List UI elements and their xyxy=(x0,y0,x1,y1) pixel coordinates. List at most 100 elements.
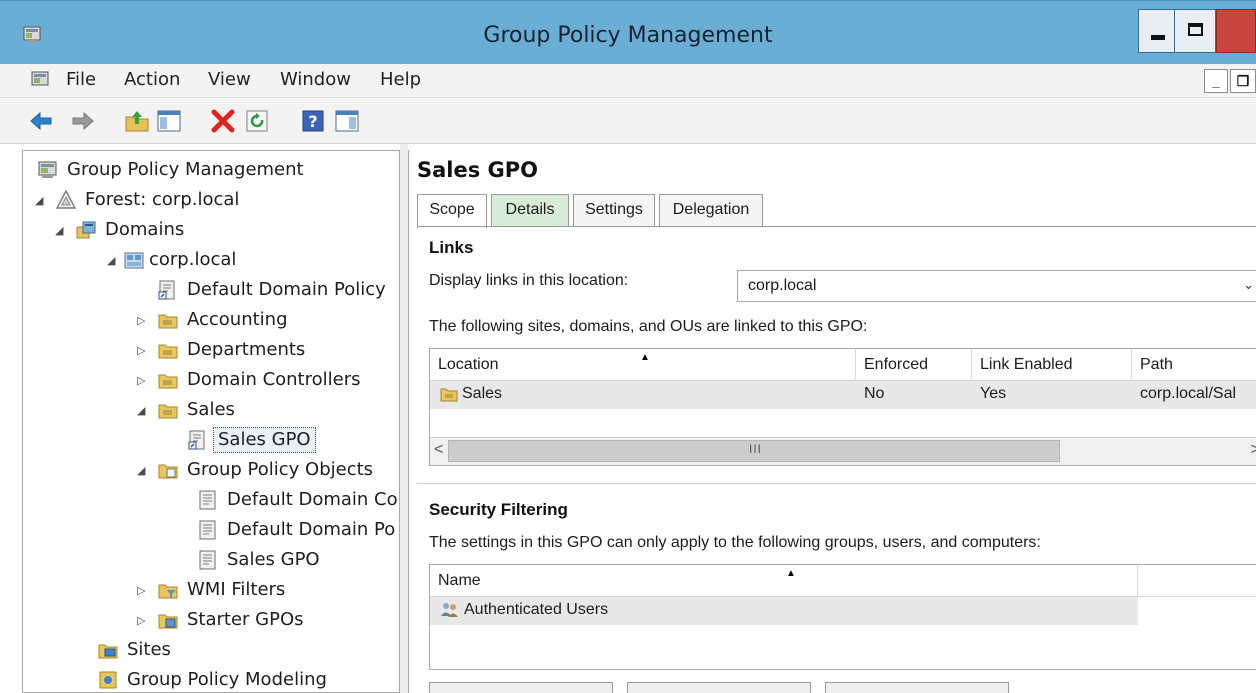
column-header-enforced[interactable]: Enforced xyxy=(856,349,972,381)
add-button[interactable] xyxy=(429,682,613,693)
cell-name: Authenticated Users xyxy=(464,601,609,618)
up-folder-icon[interactable] xyxy=(124,108,150,134)
expand-icon[interactable]: ▷ xyxy=(137,314,149,327)
column-header-link-enabled[interactable]: Link Enabled xyxy=(972,349,1132,381)
menu-window[interactable]: Window xyxy=(280,69,351,90)
tree-item-group-policy-objects[interactable]: ◢ Group Policy Objects xyxy=(135,455,397,485)
links-grid[interactable]: Location ▲ Enforced Link Enabled Path Sa… xyxy=(429,348,1256,466)
expand-icon[interactable]: ▷ xyxy=(137,374,149,387)
tree-label: Group Policy Modeling xyxy=(127,669,327,690)
column-header-name[interactable]: Name ▲ xyxy=(430,565,1138,597)
tree-item-gpo[interactable]: Default Domain Co xyxy=(195,485,399,515)
panel-splitter[interactable] xyxy=(400,144,408,693)
column-header-path[interactable]: Path xyxy=(1132,349,1256,381)
minimize-icon xyxy=(1151,35,1165,40)
console-menu-icon[interactable] xyxy=(30,70,50,90)
section-divider xyxy=(417,483,1256,484)
tree-item-starter-gpos[interactable]: ▷ Starter GPOs xyxy=(135,605,397,635)
collapse-icon[interactable]: ◢ xyxy=(35,194,47,207)
tree-item-default-domain-policy[interactable]: Default Domain Policy xyxy=(155,275,399,305)
tree-item-gpo[interactable]: Sales GPO xyxy=(195,545,399,575)
delete-icon[interactable] xyxy=(210,108,236,134)
sort-ascending-icon: ▲ xyxy=(640,352,650,363)
gpo-link-icon xyxy=(158,280,175,300)
maximize-button[interactable] xyxy=(1174,9,1216,53)
tree-item-domain-controllers[interactable]: ▷ Domain Controllers xyxy=(135,365,397,395)
gpo-icon xyxy=(199,550,216,570)
column-header-label: Location xyxy=(438,356,499,373)
table-row[interactable]: Authenticated Users xyxy=(430,597,1138,625)
console-tree[interactable]: Group Policy Management ◢ Forest: corp.l… xyxy=(22,150,400,693)
scroll-left-icon[interactable]: < xyxy=(434,441,443,459)
tree-item-accounting[interactable]: ▷ Accounting xyxy=(135,305,397,335)
menu-file[interactable]: File xyxy=(66,69,96,90)
tree-item-domains[interactable]: ◢ Domains xyxy=(53,215,393,245)
ou-icon xyxy=(158,344,178,359)
properties-button[interactable] xyxy=(825,682,1009,693)
security-grid-header: Name ▲ xyxy=(430,565,1256,597)
modeling-icon xyxy=(99,671,117,689)
show-hide-tree-icon[interactable] xyxy=(156,108,182,134)
scrollbar-thumb[interactable]: III xyxy=(448,440,1060,462)
tree-label: Starter GPOs xyxy=(187,609,304,630)
child-minimize-button[interactable]: _ xyxy=(1204,69,1228,93)
links-heading: Links xyxy=(429,238,474,257)
collapse-icon[interactable]: ◢ xyxy=(137,464,149,477)
forest-icon xyxy=(55,189,77,209)
tab-scope[interactable]: Scope xyxy=(417,194,487,228)
title-bar[interactable]: Group Policy Management xyxy=(0,0,1256,64)
scroll-right-icon[interactable]: > xyxy=(1251,441,1256,459)
tree-label: Group Policy Objects xyxy=(187,459,374,480)
tree-item-forest[interactable]: ◢ Forest: corp.local xyxy=(33,185,393,215)
collapse-icon[interactable]: ◢ xyxy=(107,254,119,267)
forward-icon[interactable] xyxy=(70,108,96,134)
expand-icon[interactable]: ▷ xyxy=(137,584,149,597)
domains-icon xyxy=(76,221,96,239)
tree-item-sales[interactable]: ◢ Sales xyxy=(135,395,397,425)
cell-enforced: No xyxy=(864,385,885,402)
location-dropdown[interactable]: corp.local ⌄ xyxy=(737,270,1256,302)
tree-item-sites[interactable]: Sites xyxy=(95,635,395,665)
tree-item-departments[interactable]: ▷ Departments xyxy=(135,335,397,365)
refresh-icon[interactable] xyxy=(244,108,270,134)
action-pane-icon[interactable] xyxy=(334,108,360,134)
tree-label: Default Domain Policy xyxy=(187,279,386,300)
links-description: The following sites, domains, and OUs ar… xyxy=(429,318,868,335)
tree-label: Sales xyxy=(187,399,235,420)
menu-action[interactable]: Action xyxy=(124,69,180,90)
tree-item-modeling[interactable]: Group Policy Modeling xyxy=(95,665,395,692)
gpo-icon xyxy=(199,520,216,540)
expand-icon[interactable]: ▷ xyxy=(137,614,149,627)
tab-delegation[interactable]: Delegation xyxy=(659,194,763,226)
tree-item-wmi-filters[interactable]: ▷ WMI Filters xyxy=(135,575,397,605)
tree-item-domain[interactable]: ◢ corp.local xyxy=(105,245,395,275)
tab-details[interactable]: Details xyxy=(491,194,569,226)
remove-button[interactable] xyxy=(627,682,811,693)
gpo-link-icon xyxy=(188,430,205,450)
collapse-icon[interactable]: ◢ xyxy=(55,224,67,237)
horizontal-scrollbar[interactable]: < III > xyxy=(430,437,1256,465)
tree-item-sales-gpo-link[interactable]: Sales GPO xyxy=(185,425,397,455)
tree-label: Forest: corp.local xyxy=(85,189,240,210)
column-header-location[interactable]: Location ▲ xyxy=(430,349,856,381)
security-grid[interactable]: Name ▲ Authenticated Users xyxy=(429,564,1256,670)
back-icon[interactable] xyxy=(28,108,54,134)
minimize-button[interactable] xyxy=(1138,9,1176,53)
toolbar: ? xyxy=(0,98,1256,144)
links-grid-header: Location ▲ Enforced Link Enabled Path xyxy=(430,349,1256,381)
close-button[interactable] xyxy=(1216,9,1256,53)
expand-icon[interactable]: ▷ xyxy=(137,344,149,357)
tab-settings[interactable]: Settings xyxy=(573,194,655,226)
table-row[interactable]: Sales No Yes corp.local/Sal xyxy=(430,381,1256,409)
tree-item-gpo[interactable]: Default Domain Po xyxy=(195,515,399,545)
tree-item-root[interactable]: Group Policy Management xyxy=(33,155,393,185)
display-links-label: Display links in this location: xyxy=(429,272,629,289)
tree-label: Domain Controllers xyxy=(187,369,361,390)
help-icon[interactable]: ? xyxy=(300,108,326,134)
menu-help[interactable]: Help xyxy=(380,69,421,90)
menu-view[interactable]: View xyxy=(208,69,251,90)
child-restore-button[interactable]: ❐ xyxy=(1230,69,1256,93)
collapse-icon[interactable]: ◢ xyxy=(137,404,149,417)
ou-icon xyxy=(158,404,178,419)
column-header-label: Enforced xyxy=(864,356,929,373)
